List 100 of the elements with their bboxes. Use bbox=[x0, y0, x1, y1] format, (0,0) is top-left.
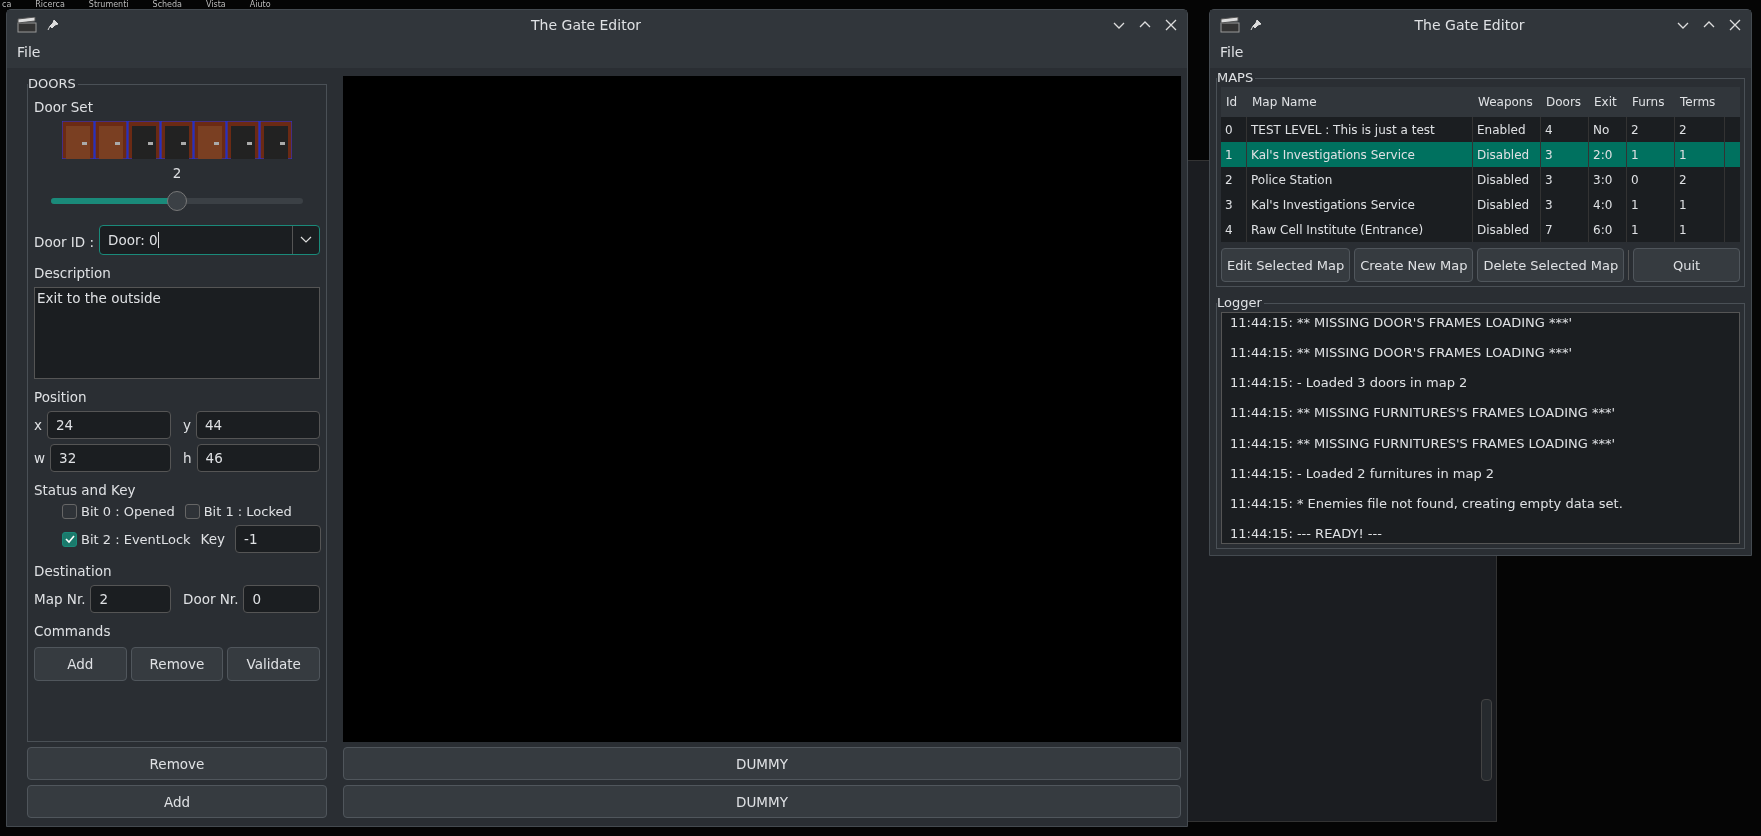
quit-button[interactable]: Quit bbox=[1633, 248, 1740, 282]
field-label: y bbox=[183, 417, 191, 433]
table-cell: 4 bbox=[1221, 217, 1247, 242]
table-cell: Disabled bbox=[1473, 217, 1541, 242]
menu-item[interactable]: Ricerca bbox=[35, 0, 65, 9]
table-cell: 3 bbox=[1221, 192, 1247, 217]
log-line: 11:44:15: ** MISSING DOOR'S FRAMES LOADING ***' bbox=[1230, 345, 1574, 361]
table-cell: 1 bbox=[1675, 142, 1725, 167]
field-label: Door Nr. bbox=[183, 591, 239, 607]
log-line: 11:44:15: - Loaded 3 doors in map 2 bbox=[1230, 375, 1469, 391]
input-field[interactable]: 2 bbox=[90, 585, 171, 613]
door-button[interactable]: Add bbox=[27, 785, 327, 818]
menu-item[interactable]: ca bbox=[2, 0, 12, 9]
table-cell: 1 bbox=[1675, 217, 1725, 242]
log-line: 11:44:15: --- READY! --- bbox=[1230, 526, 1383, 541]
map-button[interactable]: Edit Selected Map bbox=[1221, 248, 1351, 282]
pin-icon[interactable] bbox=[1250, 19, 1262, 31]
door-button[interactable]: Remove bbox=[27, 747, 327, 780]
table-cell: 3:0 bbox=[1589, 167, 1627, 192]
table-cell: Disabled bbox=[1473, 142, 1541, 167]
table-cell: Disabled bbox=[1473, 192, 1541, 217]
command-button[interactable]: Remove bbox=[130, 647, 224, 681]
table-cell: 1 bbox=[1627, 217, 1675, 242]
close-icon[interactable] bbox=[1165, 19, 1177, 31]
log-line: 11:44:15: ** MISSING FURNITURES'S FRAMES LOADING ***' bbox=[1230, 435, 1617, 451]
table-cell: Kal's Investigations Service bbox=[1247, 192, 1473, 217]
field-label: Key bbox=[200, 531, 226, 547]
checkbox[interactable]: Bit 0 : Opened bbox=[62, 504, 175, 519]
table-cell: 1 bbox=[1221, 142, 1247, 167]
log-line: 11:44:15: * Enemies file not found, creating empty data set. bbox=[1230, 495, 1624, 511]
table-cell: 1 bbox=[1627, 142, 1675, 167]
menu-item[interactable]: Aiuto bbox=[249, 0, 271, 9]
table-row[interactable]: 1 Kal's Investigations Service Disabled 3 2:0 1 1 bbox=[1221, 142, 1740, 167]
input-field[interactable]: 32 bbox=[50, 444, 171, 472]
table-cell: 7 bbox=[1541, 217, 1589, 242]
input-field[interactable]: 24 bbox=[47, 411, 171, 439]
checkbox[interactable]: Bit 2 : EventLock bbox=[62, 531, 191, 547]
window-title: The Gate Editor bbox=[530, 17, 642, 33]
clapperboard-icon bbox=[1220, 17, 1240, 33]
menu-item[interactable]: File bbox=[1220, 44, 1244, 60]
table-cell: 3 bbox=[1541, 142, 1589, 167]
menu-item[interactable]: Strumenti bbox=[88, 0, 129, 9]
command-button[interactable]: Add bbox=[34, 647, 127, 681]
close-icon[interactable] bbox=[1729, 19, 1741, 31]
column-header[interactable]: Terms bbox=[1675, 95, 1725, 109]
table-cell: Police Station bbox=[1247, 167, 1473, 192]
table-row[interactable]: 2 Police Station Disabled 3 3:0 0 2 bbox=[1221, 167, 1740, 192]
menu-item[interactable]: File bbox=[17, 44, 41, 60]
dummy-button[interactable]: DUMMY bbox=[343, 785, 1181, 818]
group-title: Logger bbox=[1217, 295, 1264, 311]
table-cell: 3 bbox=[1541, 192, 1589, 217]
table-row[interactable]: 4 Raw Cell Institute (Entrance) Disabled 7 6:0 1 1 bbox=[1221, 217, 1740, 242]
log-line: 11:44:15: ** MISSING FURNITURES'S FRAMES LOADING ***' bbox=[1230, 405, 1617, 421]
field-label: w bbox=[34, 450, 46, 466]
clapperboard-icon bbox=[17, 17, 37, 33]
chevron-down-icon bbox=[300, 236, 312, 244]
field-label: h bbox=[183, 450, 192, 466]
table-cell: 2 bbox=[1675, 167, 1725, 192]
door-id-combobox[interactable]: Door: 0 bbox=[99, 225, 320, 255]
table-cell: 3 bbox=[1541, 167, 1589, 192]
section-label: Destination bbox=[34, 563, 113, 579]
column-header[interactable]: Weapons bbox=[1473, 95, 1541, 109]
column-header[interactable]: Furns bbox=[1627, 95, 1675, 109]
command-button[interactable]: Validate bbox=[227, 647, 320, 681]
menu-item[interactable]: Vista bbox=[206, 0, 226, 9]
table-cell: 1 bbox=[1627, 192, 1675, 217]
input-field[interactable]: 44 bbox=[196, 411, 320, 439]
column-header[interactable]: Doors bbox=[1541, 95, 1589, 109]
table-cell: 6:0 bbox=[1589, 217, 1627, 242]
description-field[interactable]: Exit to the outside bbox=[34, 287, 320, 379]
column-header[interactable]: Id bbox=[1221, 95, 1247, 109]
menu-item[interactable]: Scheda bbox=[152, 0, 182, 9]
table-cell: Disabled bbox=[1473, 167, 1541, 192]
table-cell: Raw Cell Institute (Entrance) bbox=[1247, 217, 1473, 242]
section-label: Description bbox=[34, 265, 112, 281]
section-label: Commands bbox=[34, 623, 112, 639]
log-line: 11:44:15: - Loaded 2 furnitures in map 2 bbox=[1230, 465, 1496, 481]
table-cell: 1 bbox=[1675, 192, 1725, 217]
input-field[interactable]: 0 bbox=[243, 585, 320, 613]
map-button[interactable]: Create New Map bbox=[1354, 248, 1474, 282]
table-row[interactable]: 3 Kal's Investigations Service Disabled 3 4:0 1 1 bbox=[1221, 192, 1740, 217]
table-cell: Kal's Investigations Service bbox=[1247, 142, 1473, 167]
checkmark-icon bbox=[63, 533, 76, 545]
log-line: 11:44:15: ** MISSING DOOR'S FRAMES LOADING ***' bbox=[1230, 315, 1574, 330]
input-field[interactable]: 46 bbox=[196, 444, 320, 472]
table-cell: 2 bbox=[1221, 167, 1247, 192]
column-header[interactable]: Map Name bbox=[1247, 95, 1473, 109]
table-cell: 0 bbox=[1627, 167, 1675, 192]
section-label: Status and Key bbox=[34, 482, 137, 498]
section-label: Door Set bbox=[34, 99, 94, 115]
map-button[interactable]: Delete Selected Map bbox=[1477, 248, 1625, 282]
table-cell: 4:0 bbox=[1589, 192, 1627, 217]
section-label: Position bbox=[34, 389, 88, 405]
dummy-button[interactable]: DUMMY bbox=[343, 747, 1181, 780]
scrollbar[interactable] bbox=[1481, 699, 1492, 781]
checkbox[interactable]: Bit 1 : Locked bbox=[184, 504, 292, 519]
pin-icon[interactable] bbox=[47, 19, 59, 31]
field-label: Map Nr. bbox=[34, 591, 86, 607]
key-field[interactable]: -1 bbox=[235, 525, 322, 553]
column-header[interactable]: Exit bbox=[1589, 95, 1627, 109]
